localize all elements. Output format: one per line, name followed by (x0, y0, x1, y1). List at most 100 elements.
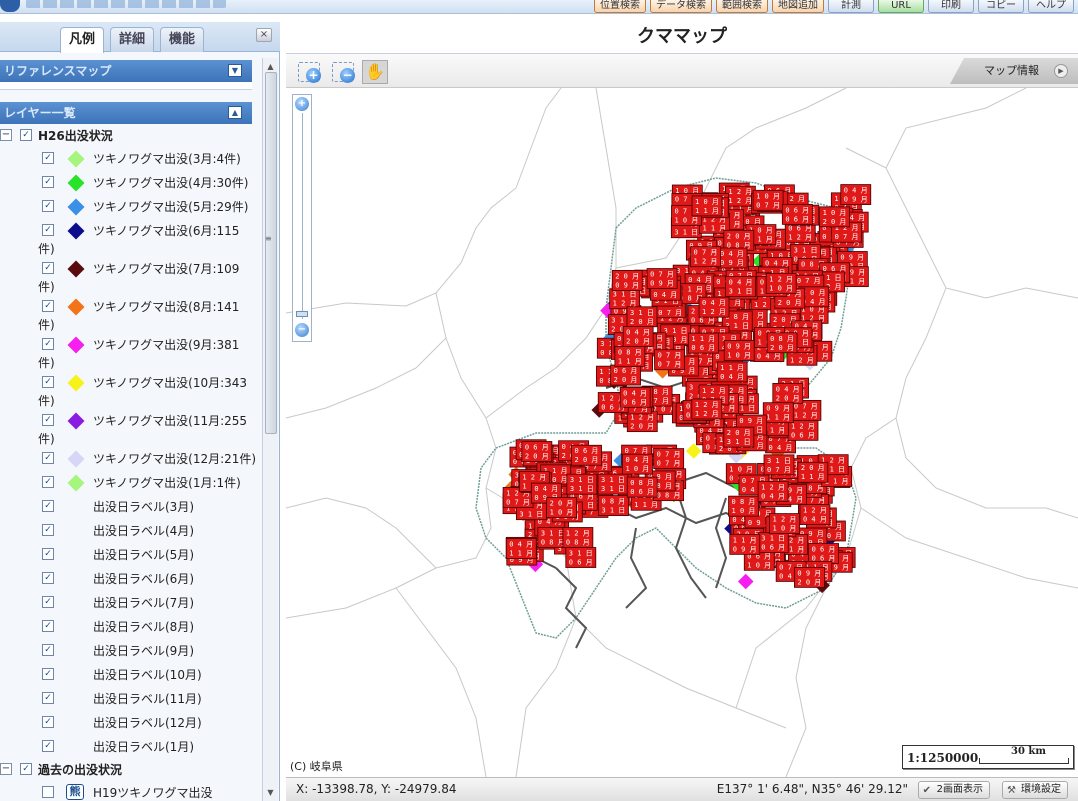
layer-checkbox[interactable]: ✓ (42, 414, 54, 426)
svg-text:1 1 月: 1 1 月 (702, 224, 726, 232)
left-panel: 凡例 詳細 機能 × リファレンスマップ ▼ レイヤー一覧 ▲ − ✓ H26出… (0, 22, 280, 801)
pan-hand-button[interactable]: ✋ (362, 60, 388, 84)
date-label-marker: 2 0 月0 9 月 (611, 270, 643, 291)
svg-text:3 1 日: 3 1 日 (570, 485, 594, 493)
group-h26-checkbox[interactable]: ✓ (20, 129, 32, 141)
label-layer-checkbox[interactable]: ✓ (42, 740, 54, 752)
date-label-marker: 0 6 月0 6 月 (808, 543, 839, 564)
svg-text:0 6 月: 0 6 月 (691, 344, 715, 352)
scale-bar (979, 758, 1069, 764)
layer-checkbox[interactable]: ✓ (42, 786, 54, 798)
layer-checkbox[interactable]: ✓ (42, 176, 54, 188)
reference-map-header[interactable]: リファレンスマップ ▼ (0, 60, 252, 82)
layer-list-header[interactable]: レイヤー一覧 ▲ (0, 102, 252, 124)
label-layer-checkbox[interactable]: ✓ (42, 572, 54, 584)
layer-checkbox[interactable]: ✓ (42, 200, 54, 212)
layer-checkbox[interactable]: ✓ (42, 262, 54, 274)
svg-text:1 0 月: 1 0 月 (625, 465, 649, 473)
layer-label: ツキノワグマ出没(1月:1件) (93, 476, 241, 490)
layer-checkbox[interactable]: ✓ (42, 152, 54, 164)
measure-button[interactable]: 計測 (828, 0, 874, 13)
layer-checkbox[interactable]: ✓ (42, 338, 54, 350)
map-info-button[interactable]: マップ情報 ▶ (950, 58, 1078, 84)
dual-view-label: 2画面表示 (936, 784, 983, 795)
label-layer-label: 出没日ラベル(5月) (93, 548, 194, 562)
zoom-minus-icon[interactable]: − (295, 323, 309, 337)
status-bar: X: -13398.78, Y: -24979.84 E137° 1' 6.48… (286, 777, 1078, 801)
panel-scrollbar[interactable]: ▲ ≡ ▼ (262, 58, 278, 801)
group-h26-label: H26出没状況 (38, 129, 113, 143)
scale-indicator: 1:1250000 30 km (902, 745, 1074, 769)
print-button[interactable]: 印刷 (928, 0, 974, 13)
collapse-group-icon[interactable]: − (0, 129, 12, 141)
copy-button[interactable]: コピー (978, 0, 1024, 13)
svg-text:0 9 月: 0 9 月 (615, 281, 639, 289)
svg-text:1 2 月: 1 2 月 (790, 356, 814, 364)
svg-text:2 0 月: 2 0 月 (801, 464, 825, 472)
expand-icon[interactable]: ▲ (228, 106, 242, 119)
date-label-marker: 0 7 月0 7 月 (654, 349, 685, 371)
label-layer-checkbox[interactable]: ✓ (42, 692, 54, 704)
date-label-marker: 1 2 月0 4 月 (757, 481, 789, 502)
group-past-checkbox[interactable]: ✓ (20, 763, 32, 775)
close-panel-button[interactable]: × (256, 28, 272, 42)
label-layer-checkbox[interactable]: ✓ (42, 548, 54, 560)
tab-legend[interactable]: 凡例 (60, 27, 105, 53)
svg-text:0 8 月: 0 8 月 (732, 498, 756, 506)
zoom-slider[interactable]: + − (292, 94, 312, 342)
svg-text:1 1 月: 1 1 月 (766, 414, 790, 422)
svg-text:0 6 月: 0 6 月 (525, 443, 549, 451)
zoom-knob[interactable] (296, 311, 308, 317)
add-map-button[interactable]: 地図追加 (772, 0, 824, 13)
svg-text:0 7 月: 0 7 月 (658, 352, 682, 360)
diamond-marker-icon (67, 374, 85, 392)
settings-button[interactable]: ⚒ 環境設定 (1002, 781, 1068, 799)
scroll-thumb[interactable] (265, 72, 277, 434)
svg-text:0 6 月: 0 6 月 (569, 559, 593, 567)
date-label-marker: 1 1 月0 9 月 (729, 533, 761, 555)
layer-checkbox[interactable]: ✓ (42, 224, 54, 236)
zoom-out-box-button[interactable]: − (332, 62, 355, 83)
scroll-down-icon[interactable]: ▼ (264, 786, 277, 799)
label-layer-checkbox[interactable]: ✓ (42, 668, 54, 680)
date-label-marker: 1 2 月0 8 月 (562, 527, 594, 548)
label-layer-checkbox[interactable]: ✓ (42, 644, 54, 656)
date-label-marker: 0 4 月0 9 月 (716, 247, 748, 269)
layer-label: ツキノワグマ出没(12月:21件) (93, 452, 257, 466)
tab-functions[interactable]: 機能 (160, 27, 205, 52)
zoom-plus-icon[interactable]: + (295, 97, 309, 111)
layer-checkbox[interactable]: ✓ (42, 300, 54, 312)
collapse-group-icon[interactable]: − (0, 763, 12, 775)
label-layer-checkbox[interactable]: ✓ (42, 716, 54, 728)
svg-text:2 0 月: 2 0 月 (614, 376, 638, 384)
date-label-marker: 1 0 月1 1 月 (691, 195, 723, 217)
tab-details[interactable]: 詳細 (110, 27, 155, 52)
date-label-marker: 1 2 月1 2 月 (724, 185, 756, 207)
label-layer-checkbox[interactable]: ✓ (42, 500, 54, 512)
data-search-button[interactable]: データ検索 (650, 0, 712, 13)
url-button[interactable]: URL (878, 0, 924, 13)
location-search-button[interactable]: 位置検索 (594, 0, 646, 13)
label-layer-checkbox[interactable]: ✓ (42, 596, 54, 608)
label-layer-checkbox[interactable]: ✓ (42, 620, 54, 632)
collapse-icon[interactable]: ▼ (228, 64, 242, 77)
label-layer-label: 出没日ラベル(4月) (93, 524, 194, 538)
dual-view-button[interactable]: ✔ 2画面表示 (917, 781, 990, 799)
layer-label: ツキノワグマ出没(7月:109 (93, 262, 240, 276)
date-label-marker: 1 2 月1 0 月 (769, 513, 800, 534)
svg-text:0 4 月: 0 4 月 (688, 276, 712, 284)
svg-text:0 9 月: 0 9 月 (733, 545, 757, 553)
layer-checkbox[interactable]: ✓ (42, 476, 54, 488)
map-copyright: (C) 岐阜県 (290, 760, 343, 773)
map-canvas[interactable]: 0 8 月0 7 月1 0 月1 1 月2 0 月1 2 月0 4 月3 1 日… (286, 88, 1078, 777)
layer-checkbox[interactable]: ✓ (42, 376, 54, 388)
help-button[interactable]: ヘルプ (1028, 0, 1074, 13)
zoom-in-box-button[interactable]: + (298, 62, 321, 83)
layer-checkbox[interactable]: ✓ (42, 452, 54, 464)
layer-label: ツキノワグマ出没(5月:29件) (93, 200, 249, 214)
map-area: クママップ + − ✋ マップ情報 ▶ 0 4 月 2 0 月 0 1 月 1 … (286, 22, 1078, 801)
area-search-button[interactable]: 範囲検索 (716, 0, 768, 13)
svg-text:0 9 月: 0 9 月 (766, 405, 790, 413)
label-layer-checkbox[interactable]: ✓ (42, 524, 54, 536)
layer-label-cont: 件) (38, 318, 55, 332)
